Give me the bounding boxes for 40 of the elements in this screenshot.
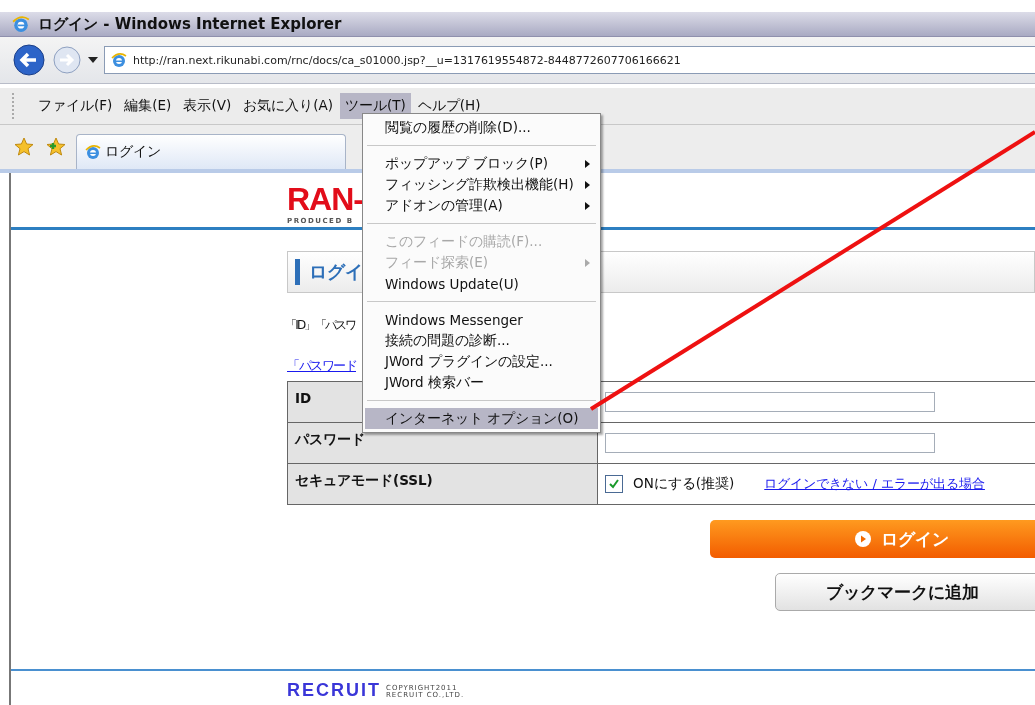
browser-logo-icon xyxy=(85,144,101,160)
menu-option[interactable]: Windows Messenger xyxy=(365,309,598,330)
field-label: セキュアモード(SSL) xyxy=(288,464,598,504)
play-icon xyxy=(855,531,871,547)
intro-text: 「ID」「パスワ xyxy=(285,317,356,334)
window-title: ログイン - Windows Internet Explorer xyxy=(38,14,342,34)
input-field[interactable] xyxy=(605,392,935,412)
heading-accent-bar xyxy=(295,259,300,285)
footer-logo: RECRUIT xyxy=(287,681,381,699)
menu-option[interactable]: フィッシング詐欺検出機能(H) xyxy=(365,174,598,195)
bookmark-button[interactable]: ブックマークに追加 xyxy=(775,573,1035,611)
checkbox[interactable] xyxy=(605,475,623,493)
browser-logo-icon xyxy=(111,52,127,68)
menu-option[interactable]: インターネット オプション(O) xyxy=(365,408,598,429)
back-button[interactable] xyxy=(12,43,46,77)
menu-option[interactable]: 接続の問題の診断... xyxy=(365,330,598,351)
tab-title: ログイン xyxy=(105,143,161,161)
browser-tab[interactable]: ログイン xyxy=(76,134,346,169)
menu-option[interactable]: JWord プラグインの設定... xyxy=(365,351,598,372)
favorites-star-icon[interactable] xyxy=(14,137,34,157)
checkmark-icon xyxy=(608,478,620,490)
menu-option[interactable]: Windows Update(U) xyxy=(365,273,598,294)
menu-item[interactable]: 表示(V) xyxy=(178,93,237,119)
menu-option[interactable]: アドオンの管理(A) xyxy=(365,195,598,216)
page-heading: ログイ xyxy=(309,260,363,284)
menu-option[interactable]: ポップアップ ブロック(P) xyxy=(365,153,598,174)
password-link[interactable]: 「パスワード xyxy=(287,358,356,375)
site-logo: RAN- xyxy=(287,181,363,217)
dropdown-icon[interactable] xyxy=(88,57,98,63)
menu-option[interactable]: 閲覧の履歴の削除(D)... xyxy=(365,117,598,138)
address-field[interactable]: http://ran.next.rikunabi.com/rnc/docs/ca_s01000.jsp?__u=1317619554872-8448772607706166621 xyxy=(104,46,1035,74)
menu-item[interactable]: お気に入り(A) xyxy=(238,93,338,119)
input-field[interactable] xyxy=(605,433,935,453)
browser-logo-icon xyxy=(12,15,30,33)
forward-button[interactable] xyxy=(52,45,82,75)
add-favorites-icon[interactable] xyxy=(46,137,66,157)
checkbox-label: ONにする(推奨) xyxy=(633,475,735,493)
menu-item[interactable]: ファイル(F) xyxy=(33,93,118,119)
menu-item[interactable]: 編集(E) xyxy=(119,93,177,119)
help-link[interactable]: ログインできない / エラーが出る場合 xyxy=(764,475,985,493)
